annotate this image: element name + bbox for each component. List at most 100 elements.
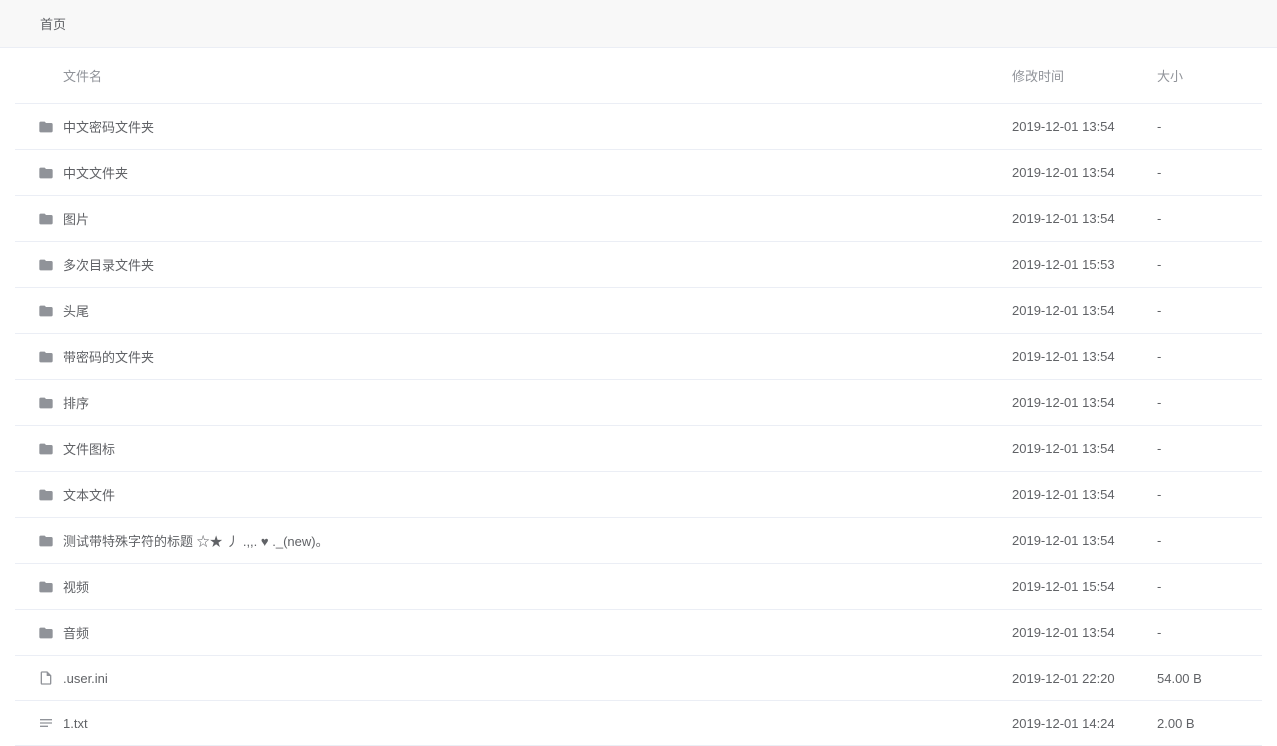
row-name-cell: 中文密码文件夹 xyxy=(63,104,1012,150)
header-size[interactable]: 大小 xyxy=(1157,48,1262,104)
row-size-cell: - xyxy=(1157,610,1262,656)
row-icon-cell xyxy=(15,150,63,196)
row-modified-cell: 2019-12-01 13:54 xyxy=(1012,426,1157,472)
row-icon-cell xyxy=(15,334,63,380)
table-row[interactable]: 图片 2019-12-01 13:54- xyxy=(15,196,1262,242)
row-icon-cell xyxy=(15,242,63,288)
table-row[interactable]: 排序2019-12-01 13:54- xyxy=(15,380,1262,426)
row-modified-cell: 2019-12-01 13:54 xyxy=(1012,380,1157,426)
row-modified-cell: 2019-12-01 13:54 xyxy=(1012,104,1157,150)
row-size-cell: - xyxy=(1157,426,1262,472)
row-modified-cell: 2019-12-01 14:24 xyxy=(1012,701,1157,746)
row-icon-cell xyxy=(15,656,63,701)
row-icon-cell xyxy=(15,104,63,150)
row-modified-cell: 2019-12-01 13:54 xyxy=(1012,196,1157,242)
row-icon-cell xyxy=(15,701,63,746)
row-size-cell: 54.00 B xyxy=(1157,656,1262,701)
table-row[interactable]: 多次目录文件夹 2019-12-01 15:53- xyxy=(15,242,1262,288)
table-row[interactable]: 测试带特殊字符的标题 ☆★ 丿 .,,. ♥ ._(new)。 2019-12-0… xyxy=(15,518,1262,564)
breadcrumb: 首页 xyxy=(0,0,1277,48)
row-name-cell: .user.ini xyxy=(63,656,1012,701)
table-row[interactable]: 视频 2019-12-01 15:54- xyxy=(15,564,1262,610)
folder-icon xyxy=(37,302,55,320)
row-size-cell: - xyxy=(1157,150,1262,196)
file-name-link[interactable]: 测试带特殊字符的标题 ☆★ 丿 .,,. ♥ ._(new)。 xyxy=(63,534,329,549)
row-icon-cell xyxy=(15,196,63,242)
row-icon-cell xyxy=(15,610,63,656)
file-icon xyxy=(37,669,55,687)
row-modified-cell: 2019-12-01 13:54 xyxy=(1012,288,1157,334)
file-name-link[interactable]: 音频 xyxy=(63,626,89,641)
table-row[interactable]: 中文文件夹 2019-12-01 13:54- xyxy=(15,150,1262,196)
file-name-link[interactable]: 1.txt xyxy=(63,716,88,731)
file-name-link[interactable]: 头尾 xyxy=(63,304,89,319)
row-icon-cell xyxy=(15,288,63,334)
row-name-cell: 排序 xyxy=(63,380,1012,426)
table-header-row: 文件名 修改时间 大小 xyxy=(15,48,1262,104)
header-name[interactable]: 文件名 xyxy=(63,48,1012,104)
row-name-cell: 图片 xyxy=(63,196,1012,242)
row-size-cell: - xyxy=(1157,196,1262,242)
folder-icon xyxy=(37,210,55,228)
header-modified[interactable]: 修改时间 xyxy=(1012,48,1157,104)
table-row[interactable]: 文本文件2019-12-01 13:54- xyxy=(15,472,1262,518)
row-size-cell: - xyxy=(1157,564,1262,610)
table-row[interactable]: 音频 2019-12-01 13:54- xyxy=(15,610,1262,656)
file-table: 文件名 修改时间 大小 中文密码文件夹2019-12-01 13:54-中文文件… xyxy=(15,48,1262,746)
file-name-link[interactable]: 中文文件夹 xyxy=(63,166,128,181)
row-icon-cell xyxy=(15,472,63,518)
row-size-cell: - xyxy=(1157,242,1262,288)
row-modified-cell: 2019-12-01 15:54 xyxy=(1012,564,1157,610)
file-name-link[interactable]: 多次目录文件夹 xyxy=(63,258,154,273)
file-name-link[interactable]: 文本文件 xyxy=(63,488,115,503)
row-name-cell: 带密码的文件夹 xyxy=(63,334,1012,380)
row-name-cell: 测试带特殊字符的标题 ☆★ 丿 .,,. ♥ ._(new)。 xyxy=(63,518,1012,564)
row-modified-cell: 2019-12-01 13:54 xyxy=(1012,518,1157,564)
row-modified-cell: 2019-12-01 15:53 xyxy=(1012,242,1157,288)
text-file-icon xyxy=(37,714,55,732)
row-modified-cell: 2019-12-01 13:54 xyxy=(1012,150,1157,196)
folder-icon xyxy=(37,348,55,366)
table-row[interactable]: 1.txt2019-12-01 14:242.00 B xyxy=(15,701,1262,746)
table-row[interactable]: 文件图标 2019-12-01 13:54- xyxy=(15,426,1262,472)
table-row[interactable]: 中文密码文件夹 2019-12-01 13:54- xyxy=(15,104,1262,150)
file-name-link[interactable]: .user.ini xyxy=(63,671,108,686)
row-icon-cell xyxy=(15,518,63,564)
folder-icon xyxy=(37,624,55,642)
header-icon xyxy=(15,48,63,104)
file-name-link[interactable]: 视频 xyxy=(63,580,89,595)
table-row[interactable]: 带密码的文件夹 2019-12-01 13:54- xyxy=(15,334,1262,380)
row-modified-cell: 2019-12-01 13:54 xyxy=(1012,334,1157,380)
row-icon-cell xyxy=(15,426,63,472)
row-size-cell: - xyxy=(1157,472,1262,518)
row-icon-cell xyxy=(15,380,63,426)
folder-icon xyxy=(37,256,55,274)
row-name-cell: 音频 xyxy=(63,610,1012,656)
folder-icon xyxy=(37,486,55,504)
row-size-cell: - xyxy=(1157,334,1262,380)
file-name-link[interactable]: 中文密码文件夹 xyxy=(63,120,154,135)
folder-icon xyxy=(37,440,55,458)
row-name-cell: 文本文件 xyxy=(63,472,1012,518)
folder-icon xyxy=(37,164,55,182)
row-modified-cell: 2019-12-01 13:54 xyxy=(1012,610,1157,656)
table-row[interactable]: .user.ini 2019-12-01 22:2054.00 B xyxy=(15,656,1262,701)
file-name-link[interactable]: 带密码的文件夹 xyxy=(63,350,154,365)
row-size-cell: - xyxy=(1157,518,1262,564)
row-size-cell: - xyxy=(1157,104,1262,150)
folder-icon xyxy=(37,394,55,412)
table-row[interactable]: 头尾 2019-12-01 13:54- xyxy=(15,288,1262,334)
breadcrumb-home[interactable]: 首页 xyxy=(40,17,66,32)
file-list-container: 文件名 修改时间 大小 中文密码文件夹2019-12-01 13:54-中文文件… xyxy=(0,48,1277,746)
row-size-cell: - xyxy=(1157,288,1262,334)
row-modified-cell: 2019-12-01 22:20 xyxy=(1012,656,1157,701)
file-name-link[interactable]: 排序 xyxy=(63,396,89,411)
row-name-cell: 文件图标 xyxy=(63,426,1012,472)
file-name-link[interactable]: 文件图标 xyxy=(63,442,115,457)
folder-icon xyxy=(37,578,55,596)
folder-icon xyxy=(37,118,55,136)
row-name-cell: 1.txt xyxy=(63,701,1012,746)
file-name-link[interactable]: 图片 xyxy=(63,212,89,227)
row-icon-cell xyxy=(15,564,63,610)
row-name-cell: 中文文件夹 xyxy=(63,150,1012,196)
